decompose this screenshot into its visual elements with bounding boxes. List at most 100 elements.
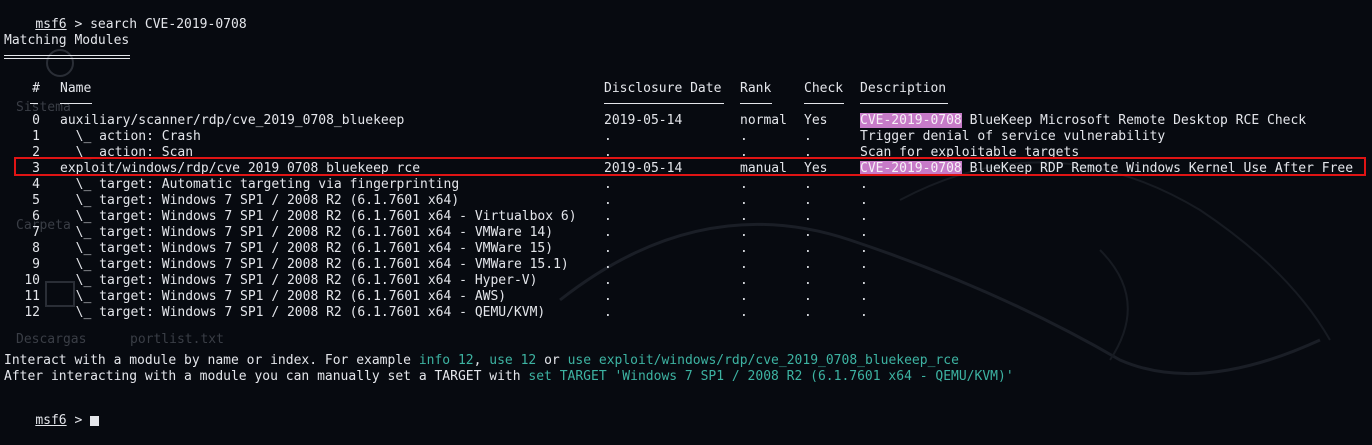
description-text: .	[860, 257, 868, 272]
col-header-date: Disclosure Date	[604, 81, 722, 96]
description-text: .	[860, 209, 868, 224]
command-line: msf6 > search CVE-2019-0708	[4, 1, 246, 32]
row-index: 4	[32, 177, 40, 192]
col-header-name: Name	[60, 81, 92, 96]
footer-hint-line-1: Interact with a module by name or index.…	[4, 353, 959, 369]
footer-hint-line-2: After interacting with a module you can …	[4, 369, 1014, 385]
row-disclosure-date: .	[604, 193, 612, 208]
hint-command-use-path: use exploit/windows/rdp/cve_2019_0708_bl…	[567, 353, 959, 368]
row-check: .	[804, 177, 812, 192]
row-rank: .	[740, 241, 748, 256]
row-description: .	[860, 209, 868, 225]
table-row: 4 \_ target: Automatic targeting via fin…	[0, 177, 1372, 193]
section-title-underline	[4, 55, 130, 59]
row-disclosure-date: .	[604, 257, 612, 272]
row-description: .	[860, 273, 868, 289]
col-header-rank: Rank	[740, 81, 772, 96]
row-index: 2	[32, 145, 40, 160]
table-row: 1 \_ action: Crash... Trigger denial of s…	[0, 129, 1372, 145]
row-description: Trigger denial of service vulnerability	[860, 129, 1165, 145]
row-index: 1	[32, 129, 40, 144]
col-header-description: Description	[860, 81, 947, 96]
row-check: .	[804, 145, 812, 160]
row-description: Scan for exploitable targets	[860, 145, 1079, 161]
next-prompt-label: msf6	[35, 413, 67, 428]
cve-highlight: CVE-2019-0708	[860, 161, 962, 176]
hint-command-use-index: use 12	[489, 353, 537, 368]
row-check: Yes	[804, 113, 828, 128]
command-text: search CVE-2019-0708	[90, 17, 247, 32]
row-rank: .	[740, 225, 748, 240]
row-rank: .	[740, 289, 748, 304]
hint-text: or	[536, 353, 568, 368]
prompt-separator: >	[66, 413, 91, 428]
table-row: 2 \_ action: Scan... Scan for exploitable…	[0, 145, 1372, 161]
row-index: 3	[32, 161, 40, 176]
row-rank: .	[740, 257, 748, 272]
row-rank: .	[740, 209, 748, 224]
row-check: .	[804, 273, 812, 288]
row-disclosure-date: .	[604, 305, 612, 320]
row-description: .	[860, 193, 868, 209]
row-index: 0	[32, 113, 40, 128]
prompt-label: msf6	[35, 17, 67, 32]
table-row: 3 exploit/windows/rdp/cve_2019_0708_bluek…	[0, 161, 1372, 177]
hint-text: Interact with a module by name or index.…	[4, 353, 419, 368]
next-prompt-line[interactable]: msf6 >	[4, 397, 100, 428]
row-index: 9	[32, 257, 40, 272]
row-module-name: auxiliary/scanner/rdp/cve_2019_0708_blue…	[60, 113, 405, 128]
row-module-name: \_ target: Windows 7 SP1 / 2008 R2 (6.1.…	[60, 257, 569, 272]
row-module-name: \_ target: Windows 7 SP1 / 2008 R2 (6.1.…	[60, 193, 460, 208]
hint-command-info: info 12	[418, 353, 474, 368]
row-check: .	[804, 305, 812, 320]
cve-highlight: CVE-2019-0708	[860, 113, 962, 128]
row-module-name: \_ target: Windows 7 SP1 / 2008 R2 (6.1.…	[60, 225, 554, 240]
row-description: .	[860, 257, 868, 273]
prompt-separator: >	[66, 17, 91, 32]
row-disclosure-date: .	[604, 177, 612, 192]
row-check: .	[804, 289, 812, 304]
row-index: 11	[24, 289, 40, 304]
row-rank: .	[740, 305, 748, 320]
row-module-name: \_ target: Windows 7 SP1 / 2008 R2 (6.1.…	[60, 241, 554, 256]
header-rule-name	[60, 103, 92, 104]
row-disclosure-date: .	[604, 273, 612, 288]
table-row: 5 \_ target: Windows 7 SP1 / 2008 R2 (6.…	[0, 193, 1372, 209]
table-row: 8 \_ target: Windows 7 SP1 / 2008 R2 (6.…	[0, 241, 1372, 257]
terminal-window[interactable]: Sistema Carpeta Descargas portlist.txt m…	[0, 0, 1372, 428]
row-module-name: exploit/windows/rdp/cve_2019_0708_blueke…	[60, 161, 421, 176]
header-rule-date	[604, 103, 724, 104]
table-row: 10 \_ target: Windows 7 SP1 / 2008 R2 (6…	[0, 273, 1372, 289]
description-text: .	[860, 289, 868, 304]
row-disclosure-date: .	[604, 145, 612, 160]
col-header-index: #	[32, 81, 40, 96]
header-rule-check	[804, 103, 844, 104]
row-description: .	[860, 241, 868, 257]
row-rank: .	[740, 145, 748, 160]
row-rank: normal	[740, 113, 787, 128]
description-text: .	[860, 193, 868, 208]
row-rank: .	[740, 273, 748, 288]
row-module-name: \_ action: Scan	[60, 145, 194, 160]
row-module-name: \_ target: Automatic targeting via finge…	[60, 177, 460, 192]
row-disclosure-date: 2019-05-14	[604, 161, 683, 176]
row-module-name: \_ target: Windows 7 SP1 / 2008 R2 (6.1.…	[60, 273, 538, 288]
hint-text: After interacting with a module you can …	[4, 369, 529, 384]
row-description: .	[860, 177, 868, 193]
description-text: .	[860, 177, 868, 192]
description-text: BlueKeep Microsoft Remote Desktop RCE Ch…	[961, 113, 1307, 128]
table-row: 11 \_ target: Windows 7 SP1 / 2008 R2 (6…	[0, 289, 1372, 305]
header-rule-description	[860, 103, 948, 104]
row-index: 5	[32, 193, 40, 208]
row-rank: manual	[740, 161, 787, 176]
row-check: Yes	[804, 161, 828, 176]
row-description: .	[860, 225, 868, 241]
row-module-name: \_ target: Windows 7 SP1 / 2008 R2 (6.1.…	[60, 289, 507, 304]
table-row: 6 \_ target: Windows 7 SP1 / 2008 R2 (6.…	[0, 209, 1372, 225]
row-index: 12	[24, 305, 40, 320]
table-row: 7 \_ target: Windows 7 SP1 / 2008 R2 (6.…	[0, 225, 1372, 241]
row-description: CVE-2019-0708 BlueKeep RDP Remote Window…	[860, 161, 1353, 177]
row-check: .	[804, 257, 812, 272]
section-title: Matching Modules	[4, 33, 130, 48]
row-rank: .	[740, 177, 748, 192]
